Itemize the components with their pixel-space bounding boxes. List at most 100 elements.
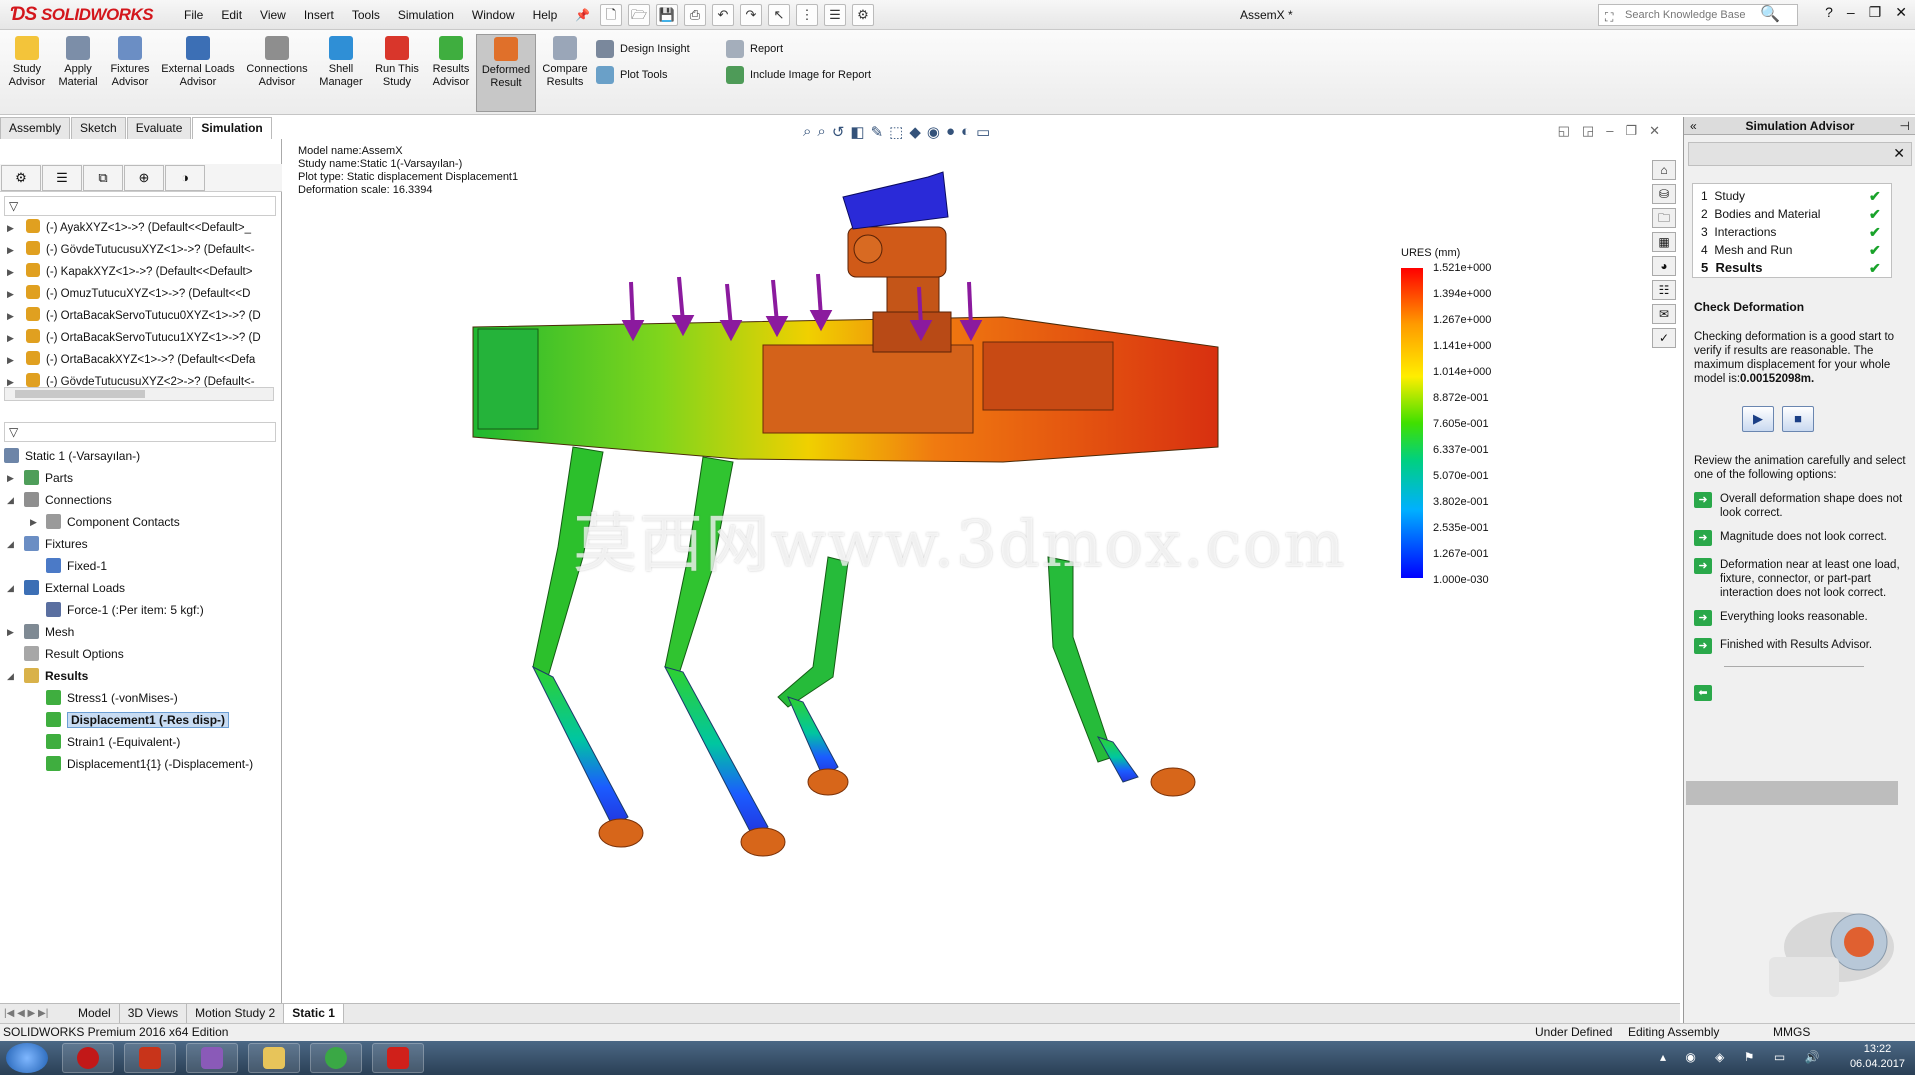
menu-view[interactable]: View [251, 0, 295, 30]
graphics-area[interactable]: Model name:AssemX Study name:Static 1(-V… [283, 117, 1680, 1003]
tree-mesh[interactable]: ▶ Mesh [0, 621, 282, 643]
tab-motion-study[interactable]: Motion Study 2 [187, 1004, 285, 1023]
advisor-option[interactable]: ➜ Finished with Results Advisor. [1694, 638, 1908, 656]
list-item[interactable]: ▶ (-) GövdeTutucusuXYZ<2>->? (Default<- [0, 371, 276, 387]
list-item[interactable]: ▶ (-) OrtaBacakXYZ<1>->? (Default<<Defa [0, 349, 276, 371]
save-icon[interactable]: 💾 [656, 4, 678, 26]
configuration-manager-icon[interactable]: ⧉ [83, 165, 123, 191]
dynamic-annotation-icon[interactable]: ✎ [871, 123, 884, 141]
minimize-button[interactable]: – [1847, 4, 1855, 21]
back-arrow-icon[interactable]: ⬅ [1694, 685, 1712, 701]
display-manager-icon[interactable]: ◑ [165, 165, 205, 191]
tab-sketch[interactable]: Sketch [71, 117, 126, 139]
compare-results-button[interactable]: Compare Results [540, 36, 590, 89]
viewport-close-icon[interactable]: ✕ [1649, 123, 1660, 139]
section-view-icon[interactable]: ◧ [850, 123, 864, 141]
tree-parts[interactable]: ▶ Parts [0, 467, 282, 489]
tab-scroll-arrows[interactable]: |◀ ◀ ▶ ▶| [0, 1004, 70, 1023]
viewport-minimize-icon[interactable]: – [1606, 123, 1613, 139]
previous-view-icon[interactable]: ↺ [832, 123, 845, 141]
dimxpert-icon[interactable]: ⊕ [124, 165, 164, 191]
view-orientation-icon[interactable]: ⬚ [889, 123, 903, 141]
taskbar-app-chrome[interactable] [310, 1043, 362, 1073]
tree-strain1[interactable]: Strain1 (-Equivalent-) [0, 731, 282, 753]
taskbar-app-feather[interactable] [186, 1043, 238, 1073]
pin-icon[interactable]: 📌 [566, 0, 599, 30]
stop-button[interactable]: ■ [1782, 406, 1814, 432]
plot-tools-button[interactable]: Plot Tools [596, 66, 668, 84]
list-item[interactable]: ▶ (-) GövdeTutucusuXYZ<1>->? (Default<- [0, 239, 276, 261]
advisor-step[interactable]: 3 Interactions ✔ [1701, 223, 1883, 241]
play-button[interactable]: ▶ [1742, 406, 1774, 432]
apply-scene-icon[interactable]: ◐ [961, 123, 970, 141]
menu-edit[interactable]: Edit [212, 0, 251, 30]
edit-appearance-icon[interactable]: ● [946, 123, 955, 141]
open-folder-icon[interactable]: 🗁 [628, 4, 650, 26]
run-study-button[interactable]: Run This Study [372, 36, 422, 89]
report-button[interactable]: Report [726, 40, 783, 58]
shell-manager-button[interactable]: Shell Manager [316, 36, 366, 89]
advisor-step[interactable]: 1 Study ✔ [1701, 187, 1883, 205]
viewport-collapse-icon[interactable]: ◱ [1558, 123, 1570, 139]
display-style-icon[interactable]: ◆ [909, 123, 921, 141]
options-gear-icon[interactable]: ⚙ [852, 4, 874, 26]
tab-3d-views[interactable]: 3D Views [120, 1004, 188, 1023]
advisor-option[interactable]: ➜ Everything looks reasonable. [1694, 610, 1908, 628]
pin-icon[interactable]: ⊣ [1900, 117, 1910, 135]
external-loads-advisor-button[interactable]: External Loads Advisor [160, 36, 236, 89]
start-button[interactable] [6, 1043, 48, 1073]
tree-displacement1[interactable]: Displacement1 (-Res disp-) [0, 709, 282, 731]
taskbar-app-explorer[interactable] [248, 1043, 300, 1073]
print-icon[interactable]: ⎙ [684, 4, 706, 26]
restore-button[interactable]: ❐ [1869, 4, 1882, 21]
file-properties-icon[interactable]: ☰ [824, 4, 846, 26]
taskbar-app-h[interactable] [124, 1043, 176, 1073]
tab-model[interactable]: Model [70, 1004, 120, 1023]
list-item[interactable]: ▶ (-) AyakXYZ<1>->? (Default<<Default>_ [0, 217, 276, 239]
feature-manager-icon[interactable]: ⚙ [1, 165, 41, 191]
tree-study[interactable]: Static 1 (-Varsayılan-) [0, 445, 282, 467]
tree-stress1[interactable]: Stress1 (-vonMises-) [0, 687, 282, 709]
property-manager-icon[interactable]: ☰ [42, 165, 82, 191]
tab-simulation[interactable]: Simulation [192, 117, 272, 139]
select-cursor-icon[interactable]: ↖ [768, 4, 790, 26]
view-settings-icon[interactable]: ▭ [976, 123, 990, 141]
design-insight-button[interactable]: Design Insight [596, 40, 690, 58]
advisor-step[interactable]: 5 Results ✔ [1701, 259, 1883, 277]
forum-icon[interactable]: ✉ [1652, 304, 1676, 324]
menu-window[interactable]: Window [463, 0, 524, 30]
appearances-icon[interactable]: ◕ [1652, 256, 1676, 276]
fixtures-advisor-button[interactable]: Fixtures Advisor [106, 36, 154, 89]
tree-force-1[interactable]: Force-1 (:Per item: 5 kgf:) [0, 599, 282, 621]
menu-help[interactable]: Help [524, 0, 567, 30]
tree-connections[interactable]: ◢ Connections [0, 489, 282, 511]
undo-icon[interactable]: ↶ [712, 4, 734, 26]
advisor-step[interactable]: 4 Mesh and Run ✔ [1701, 241, 1883, 259]
tree-fixed-1[interactable]: Fixed-1 [0, 555, 282, 577]
hide-show-icon[interactable]: ◉ [927, 123, 940, 141]
taskbar-app-power[interactable] [62, 1043, 114, 1073]
tree-fixtures[interactable]: ◢ Fixtures [0, 533, 282, 555]
include-image-button[interactable]: Include Image for Report [726, 66, 871, 84]
menu-tools[interactable]: Tools [343, 0, 389, 30]
traffic-light-icon[interactable]: ⋮ [796, 4, 818, 26]
tree-results[interactable]: ◢ Results [0, 665, 282, 687]
list-item[interactable]: ▶ (-) OrtaBacakServoTutucu1XYZ<1>->? (D [0, 327, 276, 349]
apply-material-button[interactable]: Apply Material [56, 36, 100, 89]
tree-external-loads[interactable]: ◢ External Loads [0, 577, 282, 599]
taskbar-app-solidworks[interactable] [372, 1043, 424, 1073]
zoom-to-fit-icon[interactable]: ⌕ [803, 123, 811, 141]
advisor-step[interactable]: 2 Bodies and Material ✔ [1701, 205, 1883, 223]
list-item[interactable]: ▶ (-) OmuzTutucuXYZ<1>->? (Default<<D [0, 283, 276, 305]
close-button[interactable]: ✕ [1895, 4, 1907, 21]
tree-component-contacts[interactable]: ▶ Component Contacts [0, 511, 282, 533]
custom-properties-icon[interactable]: ☷ [1652, 280, 1676, 300]
list-item[interactable]: ▶ (-) OrtaBacakServoTutucu0XYZ<1>->? (D [0, 305, 276, 327]
study-filter-input[interactable]: ▽ [4, 422, 276, 442]
advisor-option[interactable]: ➜ Overall deformation shape does not look… [1694, 492, 1908, 520]
units-selector[interactable]: MMGS [1773, 1024, 1810, 1041]
tab-static-study[interactable]: Static 1 [284, 1004, 344, 1023]
tree-result-options[interactable]: Result Options [0, 643, 282, 665]
menu-insert[interactable]: Insert [295, 0, 343, 30]
home-icon[interactable]: ⌂ [1652, 160, 1676, 180]
